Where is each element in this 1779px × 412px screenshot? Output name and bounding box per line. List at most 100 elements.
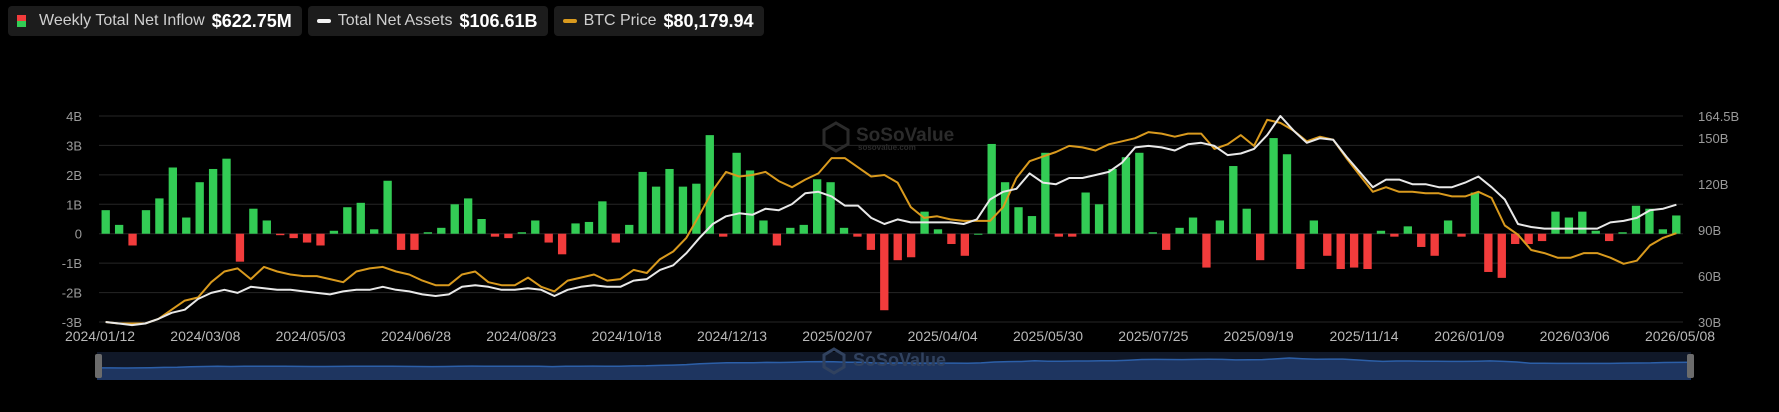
y-right-tick: 120B — [1698, 177, 1728, 192]
inflow-bar — [1564, 217, 1574, 234]
inflow-bar — [1430, 233, 1439, 256]
x-axis-tick: 2026/05/08 — [1645, 328, 1715, 344]
inflow-bar — [625, 224, 634, 234]
x-axis-tick: 2024/01/12 — [65, 328, 135, 344]
inflow-bar — [114, 224, 124, 234]
inflow-bar — [1484, 233, 1493, 272]
inflow-bar — [1148, 232, 1157, 234]
inflow-bar — [316, 233, 325, 246]
y-left-tick: -2B — [62, 286, 82, 301]
inflow-bar — [1403, 226, 1412, 234]
watermark: SoSoValue sosovalue.com — [822, 121, 954, 153]
x-axis-tick: 2025/04/04 — [908, 328, 978, 344]
x-axis-tick: 2026/01/09 — [1434, 328, 1504, 344]
y-left-tick: 0 — [75, 227, 82, 242]
inflow-bar — [477, 219, 486, 234]
inflow-bar — [182, 217, 191, 234]
inflow-bar — [222, 158, 231, 234]
inflow-bar — [490, 233, 500, 237]
inflow-bar — [1618, 232, 1627, 234]
navigator-left-handle[interactable] — [95, 354, 102, 378]
inflow-bar — [1296, 233, 1305, 270]
y-left-tick: 2B — [66, 168, 82, 183]
inflow-bar — [1390, 233, 1399, 237]
inflow-bar — [1175, 227, 1184, 234]
inflow-bar — [1041, 152, 1050, 234]
inflow-bar — [235, 233, 245, 262]
right-axis-labels: 164.5B150B120B90B60B30B — [1698, 109, 1739, 330]
inflow-bar — [584, 221, 594, 234]
inflow-bar — [1658, 229, 1668, 234]
inflow-bar — [329, 230, 339, 234]
inflow-bar — [1081, 192, 1090, 234]
y-left-tick: 1B — [66, 197, 82, 212]
inflow-bar — [947, 233, 956, 245]
inflow-bar — [437, 227, 446, 234]
inflow-bar — [638, 171, 647, 234]
inflow-bar — [1014, 207, 1023, 234]
inflow-bar — [839, 227, 849, 234]
inflow-bar — [155, 198, 164, 234]
inflow-bar — [1162, 233, 1171, 250]
inflow-bar — [1282, 154, 1292, 234]
inflow-bar — [719, 233, 728, 237]
inflow-bar — [1215, 220, 1225, 234]
inflow-bar — [1376, 230, 1386, 234]
inflow-bar — [906, 233, 916, 258]
inflow-bar — [410, 233, 419, 250]
inflow-bar — [1068, 233, 1077, 237]
inflow-bar — [423, 232, 433, 234]
inflow-bar — [1121, 157, 1131, 234]
inflow-bar — [745, 170, 755, 234]
inflow-bar — [1497, 233, 1506, 278]
inflow-bar — [974, 233, 983, 235]
inflow-bar — [1537, 233, 1547, 242]
x-axis-tick: 2024/03/08 — [170, 328, 240, 344]
navigator-right-handle[interactable] — [1687, 354, 1694, 378]
inflow-bar — [1242, 208, 1251, 234]
inflow-bar — [262, 220, 271, 234]
inflow-bar — [880, 233, 889, 311]
inflow-bar — [343, 207, 352, 234]
inflow-bar — [1255, 233, 1265, 261]
x-axis-tick: 2024/05/03 — [276, 328, 346, 344]
x-axis-tick: 2024/06/28 — [381, 328, 451, 344]
inflow-bar — [101, 210, 110, 234]
inflow-bar — [1591, 230, 1600, 234]
inflow-bar — [799, 224, 808, 234]
inflow-bar — [544, 233, 553, 243]
inflow-bar — [1202, 233, 1211, 268]
x-axis-tick: 2024/10/18 — [592, 328, 662, 344]
inflow-bar — [772, 233, 782, 246]
inflow-bar — [208, 168, 218, 234]
inflow-bar — [276, 233, 285, 236]
inflow-bar — [665, 168, 674, 234]
inflow-bar — [678, 186, 688, 234]
inflow-bar — [1054, 233, 1063, 237]
y-right-tick: 164.5B — [1698, 109, 1739, 124]
inflow-chart: SoSoValue sosovalue.com 4B3B2B1B0-1B-2B-… — [62, 109, 1739, 380]
inflow-bar — [1269, 138, 1278, 234]
inflow-bar — [1578, 211, 1587, 234]
x-axis-labels: 2024/01/12 2024/03/08 2024/05/03 2024/06/28… — [65, 328, 1715, 344]
x-axis-tick: 2024/08/23 — [486, 328, 556, 344]
y-right-tick: 60B — [1698, 269, 1721, 284]
x-axis-tick: 2025/11/14 — [1329, 328, 1398, 344]
inflow-bar — [598, 201, 607, 234]
inflow-bar — [1443, 220, 1453, 234]
watermark-domain: sosovalue.com — [858, 143, 916, 152]
inflow-bar — [531, 220, 540, 234]
inflow-bar — [1605, 233, 1614, 242]
x-axis-tick: 2025/05/30 — [1013, 328, 1083, 344]
inflow-bar — [1349, 233, 1359, 268]
inflow-bar — [450, 204, 459, 234]
y-left-tick: 4B — [66, 109, 82, 124]
inflow-bar — [759, 220, 768, 234]
watermark-logo-icon — [822, 121, 850, 153]
inflow-bar — [705, 135, 714, 234]
x-axis-tick: 2024/12/13 — [697, 328, 767, 344]
inflow-bar — [249, 208, 258, 234]
x-axis-tick: 2025/09/19 — [1224, 328, 1294, 344]
inflow-bar — [1551, 211, 1560, 234]
y-right-tick: 90B — [1698, 223, 1721, 238]
